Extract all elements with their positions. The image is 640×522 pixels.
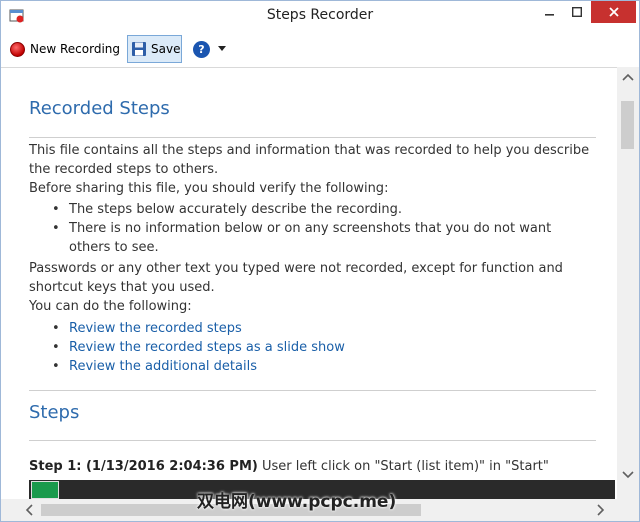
verify-item: There is no information below or on any … [69,221,552,255]
can-do-text: You can do the following: [29,299,192,314]
vertical-scrollbar[interactable] [617,67,639,499]
step-1-label: Step 1: (1/13/2016 2:04:36 PM) [29,459,258,474]
maximize-button[interactable] [564,1,590,23]
record-dot-icon [10,41,25,57]
new-recording-label: New Recording [30,42,121,56]
divider [29,440,596,441]
scroll-left-icon[interactable] [25,504,33,516]
step-1-text: Step 1: (1/13/2016 2:04:36 PM) User left… [29,457,594,476]
recorded-steps-heading: Recorded Steps [29,98,170,119]
save-label: Save [151,42,181,56]
close-icon [608,7,619,17]
step-1-description: User left click on "Start (list item)" i… [261,459,549,474]
passwords-note: Passwords or any other text you typed we… [29,261,563,295]
review-steps-link[interactable]: Review the recorded steps [69,319,594,338]
bullet-icon: • [52,321,60,336]
screenshot-thumbnail [31,481,59,499]
dropdown-arrow-icon [218,46,226,51]
intro-text: This file contains all the steps and inf… [29,143,590,177]
help-icon: ? [193,40,210,58]
divider [29,390,596,391]
steps-heading: Steps [29,402,80,423]
minimize-button[interactable] [537,1,563,23]
bullet-icon: • [52,221,60,236]
minimize-icon [545,14,554,16]
maximize-icon [572,7,582,17]
scroll-right-icon[interactable] [597,504,605,516]
additional-details-link[interactable]: Review the additional details [69,357,594,376]
divider [29,137,596,138]
help-menu-button[interactable]: ? [193,35,233,63]
scroll-up-icon[interactable] [622,73,634,81]
verify-intro-text: Before sharing this file, you should ver… [29,181,389,196]
verify-item: The steps below accurately describe the … [69,202,402,217]
slide-show-link[interactable]: Review the recorded steps as a slide sho… [69,338,594,357]
bullet-icon: • [52,202,60,217]
title-bar: Steps Recorder [1,1,639,31]
close-button[interactable] [591,1,636,23]
document-content: Recorded Steps This file contains all th… [1,67,617,499]
new-recording-button[interactable]: New Recording [10,35,120,63]
watermark-text: 双电网(www.pcpc.me) [197,492,397,512]
toolbar: New Recording Save ? [1,33,639,65]
vertical-scroll-thumb[interactable] [621,101,634,149]
bullet-icon: • [52,359,60,374]
bullet-icon: • [52,340,60,355]
steps-recorder-window: Steps Recorder New Recording Save ? Reco… [0,0,640,522]
floppy-disk-icon [132,42,146,56]
scroll-down-icon[interactable] [622,471,634,479]
save-button[interactable]: Save [127,35,182,63]
